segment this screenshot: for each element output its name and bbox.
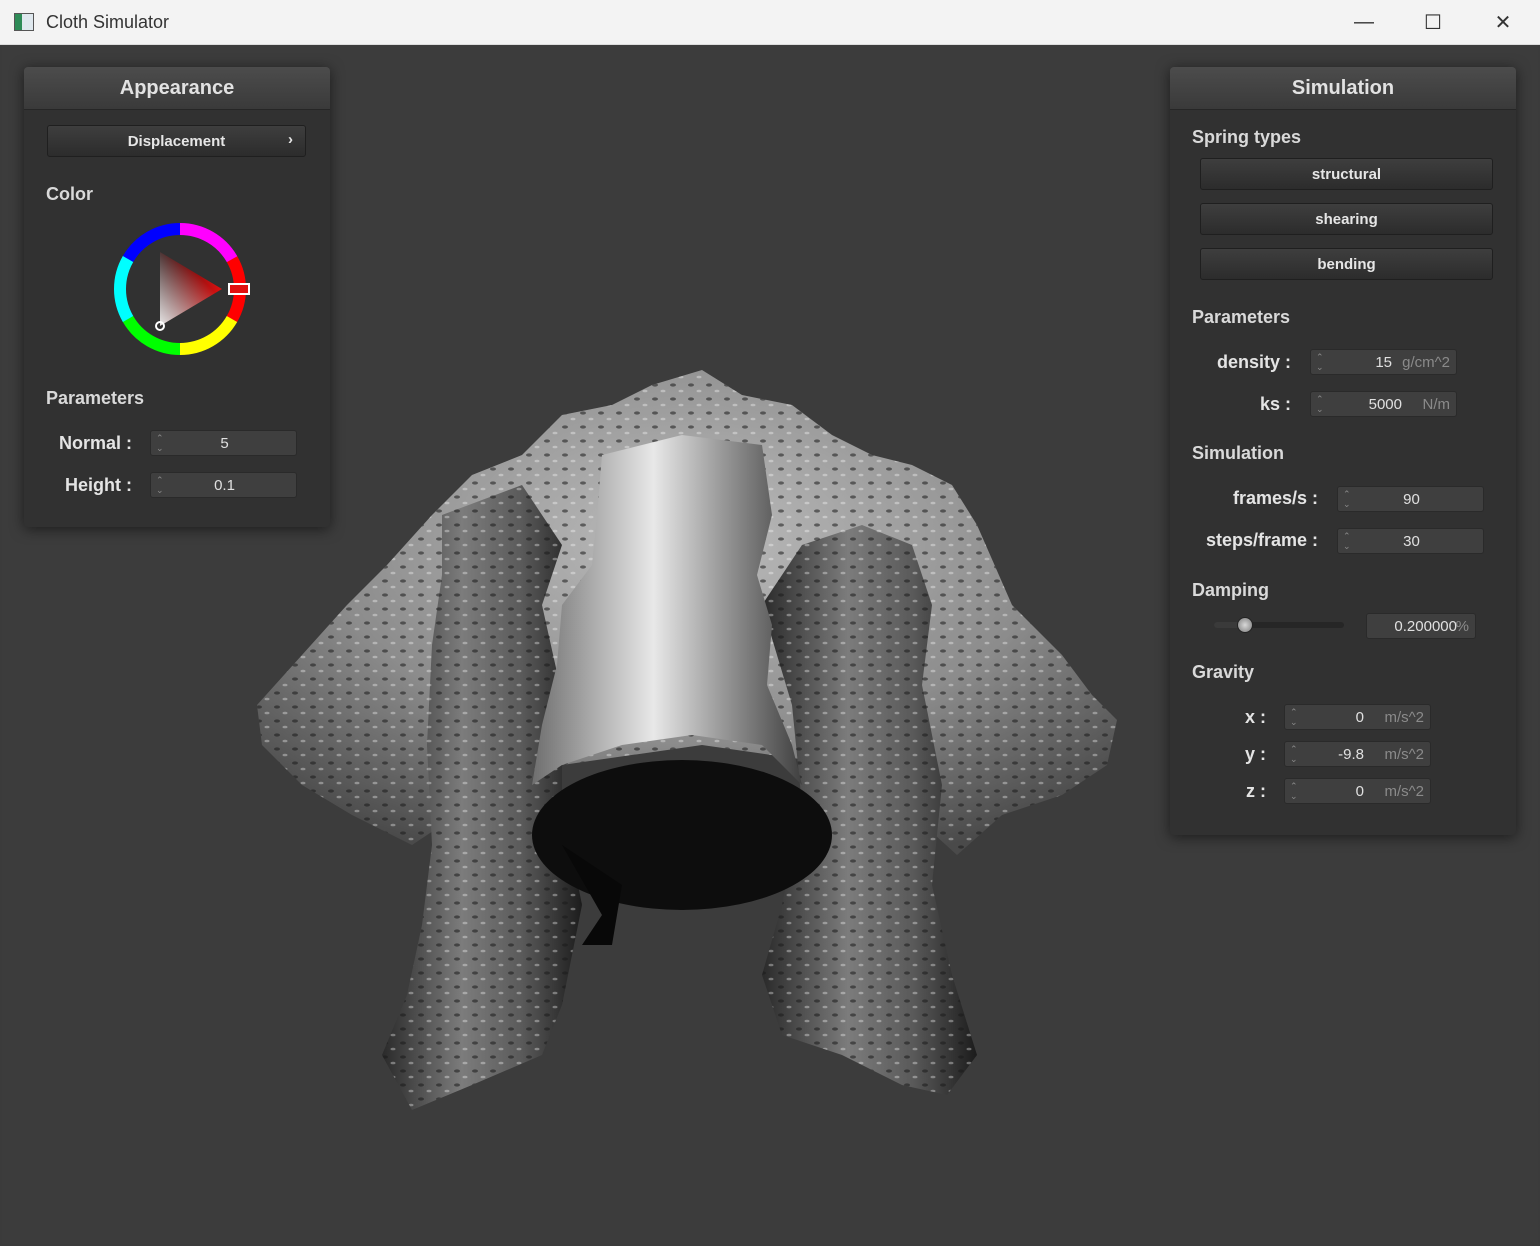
gravity-z-label: z : xyxy=(1246,781,1266,801)
simulation-panel-title: Simulation xyxy=(1170,67,1516,110)
spring-types-label: Spring types xyxy=(1192,127,1302,147)
shader-select-label: Displacement xyxy=(127,132,226,150)
spinner-arrows-icon[interactable]: ⌃ ⌄ xyxy=(1316,394,1326,414)
density-input[interactable]: ⌃ ⌄ 15 g/cm^2 xyxy=(1310,349,1457,375)
bending-spring-toggle[interactable]: bending xyxy=(1200,248,1493,280)
maximize-button[interactable]: ☐ xyxy=(1403,0,1463,44)
damping-slider-track[interactable] xyxy=(1214,617,1344,633)
simulation-parameters-label: Parameters xyxy=(1192,307,1291,327)
gravity-z-unit: m/s^2 xyxy=(1384,783,1424,800)
density-unit: g/cm^2 xyxy=(1402,354,1450,371)
app-icon xyxy=(14,13,34,31)
gravity-y-unit: m/s^2 xyxy=(1384,746,1424,763)
gravity-x-value: 0 xyxy=(1355,709,1364,726)
spinner-arrows-icon[interactable]: ⌃ ⌄ xyxy=(1290,707,1300,727)
shearing-spring-toggle[interactable]: shearing xyxy=(1200,203,1493,235)
height-value: 0.1 xyxy=(214,477,235,494)
normal-value: 5 xyxy=(220,435,229,452)
normal-input[interactable]: ⌃ ⌄ 5 xyxy=(150,430,297,456)
gravity-z-value: 0 xyxy=(1355,783,1364,800)
shader-select-button[interactable]: Displacement › xyxy=(47,125,306,157)
damping-value-box[interactable]: 0.200000 % xyxy=(1366,613,1476,639)
gravity-label: Gravity xyxy=(1192,662,1255,682)
spinner-arrows-icon[interactable]: ⌃ ⌄ xyxy=(1290,744,1300,764)
damping-label: Damping xyxy=(1192,580,1270,600)
structural-spring-toggle[interactable]: structural xyxy=(1200,158,1493,190)
gravity-y-input[interactable]: ⌃ ⌄ -9.8 m/s^2 xyxy=(1284,741,1431,767)
steps-per-frame-value: 30 xyxy=(1403,533,1420,550)
color-section-label: Color xyxy=(46,184,93,204)
ks-value: 5000 xyxy=(1368,396,1402,413)
gravity-x-unit: m/s^2 xyxy=(1384,709,1424,726)
title-bar: Cloth Simulator — ☐ ✕ xyxy=(0,0,1540,45)
ks-unit: N/m xyxy=(1422,396,1451,413)
frames-per-second-value: 90 xyxy=(1403,491,1420,508)
normal-label: Normal : xyxy=(58,433,132,453)
ks-input[interactable]: ⌃ ⌄ 5000 N/m xyxy=(1310,391,1457,417)
steps-per-frame-label: steps/frame : xyxy=(1205,530,1318,550)
damping-value: 0.200000 xyxy=(1394,618,1457,635)
gravity-z-input[interactable]: ⌃ ⌄ 0 m/s^2 xyxy=(1284,778,1431,804)
minimize-button[interactable]: — xyxy=(1334,0,1394,44)
simulation-panel: Simulation Spring types structural shear… xyxy=(1170,67,1516,835)
gravity-x-input[interactable]: ⌃ ⌄ 0 m/s^2 xyxy=(1284,704,1431,730)
simulation-section-label: Simulation xyxy=(1192,443,1285,463)
appearance-parameters-label: Parameters xyxy=(46,388,145,408)
damping-unit: % xyxy=(1455,618,1469,635)
appearance-panel-title: Appearance xyxy=(24,67,330,110)
steps-per-frame-input[interactable]: ⌃ ⌄ 30 xyxy=(1337,528,1484,554)
close-button[interactable]: ✕ xyxy=(1473,0,1533,44)
gravity-x-label: x : xyxy=(1244,707,1266,727)
gravity-y-value: -9.8 xyxy=(1338,746,1364,763)
appearance-panel: Appearance Displacement › Color Paramete… xyxy=(24,67,330,527)
density-value: 15 xyxy=(1375,354,1392,371)
spinner-arrows-icon[interactable]: ⌃ ⌄ xyxy=(1316,352,1326,372)
density-label: density : xyxy=(1216,352,1291,372)
frames-per-second-label: frames/s : xyxy=(1232,488,1318,508)
window-title: Cloth Simulator xyxy=(46,12,170,32)
frames-per-second-input[interactable]: ⌃ ⌄ 90 xyxy=(1337,486,1484,512)
spinner-arrows-icon[interactable]: ⌃ ⌄ xyxy=(1290,781,1300,801)
color-wheel-picker[interactable] xyxy=(110,219,254,363)
gravity-y-label: y : xyxy=(1244,744,1266,764)
height-input[interactable]: ⌃ ⌄ 0.1 xyxy=(150,472,297,498)
chevron-right-icon: › xyxy=(288,131,293,148)
ks-label: ks : xyxy=(1259,394,1291,414)
damping-slider-handle[interactable] xyxy=(1237,617,1254,633)
height-label: Height : xyxy=(65,475,132,495)
